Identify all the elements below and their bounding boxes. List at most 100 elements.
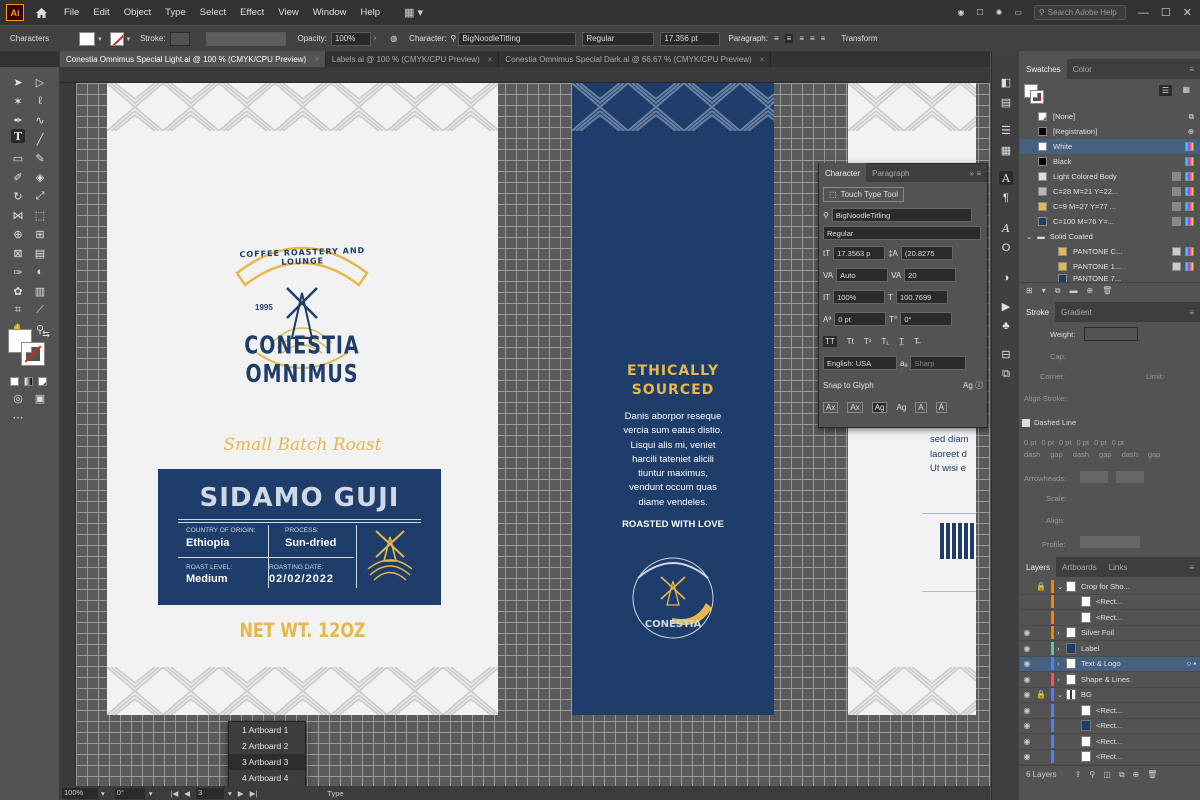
layer-row[interactable]: <Rect... [1020, 595, 1200, 610]
justify-icon[interactable]: ≡ [810, 34, 815, 43]
opacity-arrow-icon[interactable]: › [374, 35, 376, 42]
angular-guides-icon[interactable]: A [915, 401, 927, 413]
align-center-icon[interactable]: ≡ [784, 34, 794, 43]
grid-view-icon[interactable]: ▦ [1182, 85, 1190, 94]
edit-toolbar-icon[interactable]: ⋯ [11, 410, 25, 424]
font-family-select[interactable]: BigNoodleTitling [458, 31, 577, 46]
menu-file[interactable]: File [64, 7, 79, 18]
artboard-option[interactable]: 4 Artboard 4 [229, 770, 305, 786]
snap-settings-icon[interactable]: Ag ⓘ [963, 380, 983, 391]
dash-field[interactable]: 0 pt [1059, 438, 1072, 447]
chevron-right-icon[interactable]: › [1057, 644, 1066, 653]
tab-artboards[interactable]: Artboards [1056, 557, 1103, 577]
gap-field[interactable]: 0 pt [1077, 438, 1090, 447]
lock-icon[interactable]: 🔒 [1034, 690, 1048, 699]
artboard-option[interactable]: 1 Artboard 1 [229, 722, 305, 738]
font-style-select[interactable]: Regular [823, 226, 981, 240]
artboard-option[interactable]: 3 Artboard 3 [229, 754, 305, 770]
type-tool-icon[interactable]: T [11, 129, 25, 143]
leading-field[interactable]: (20.8275 [900, 246, 953, 260]
menu-effect[interactable]: Effect [240, 7, 264, 18]
tracking-field[interactable]: 20 [904, 268, 957, 282]
arrange-icon[interactable]: ▭ [1014, 8, 1022, 17]
stroke-color-box[interactable] [21, 342, 45, 366]
artboard-dropdown-icon[interactable]: ▾ [228, 789, 232, 798]
chevron-right-icon[interactable]: › [1057, 675, 1066, 684]
chevron-right-icon[interactable]: › [1057, 628, 1066, 637]
new-sublayer-icon[interactable]: ⧉ [1119, 770, 1125, 780]
eye-icon[interactable]: ◉ [1020, 659, 1034, 668]
tab-character[interactable]: Character [819, 163, 867, 183]
swap-colors-icon[interactable]: ⇆ [39, 327, 53, 341]
artboard-side[interactable]: ETHICALLY SOURCED Danis aborpor reseque … [572, 83, 774, 715]
adjust-icon[interactable]: ☰ [999, 123, 1013, 137]
weight-field[interactable] [1084, 327, 1138, 341]
layer-row[interactable]: ◉ › Label [1020, 641, 1200, 657]
glyph-bounds-icon[interactable]: Ag [871, 401, 888, 413]
stroke-dropdown-icon[interactable]: ▾ [127, 35, 131, 43]
align-right-icon[interactable]: ≡ [799, 34, 804, 43]
underline-icon[interactable]: T̲ [899, 337, 904, 346]
close-tab-icon[interactable]: × [488, 55, 493, 64]
strikethrough-icon[interactable]: T̶ [914, 337, 919, 346]
minimize-icon[interactable]: — [1138, 7, 1149, 19]
layer-row[interactable]: ◉ <Rect... [1020, 703, 1200, 719]
swatch-row[interactable]: C=9 M=27 Y=77 ... [1020, 199, 1200, 214]
next-artboard-icon[interactable]: ▶ [238, 789, 244, 798]
menu-object[interactable]: Object [124, 7, 151, 18]
show-kinds-icon[interactable]: ▾ [1042, 286, 1046, 295]
eye-icon[interactable]: ◉ [1020, 737, 1034, 746]
mesh-tool-icon[interactable]: ⊠ [11, 246, 25, 260]
gap-field[interactable]: 0 pt [1042, 438, 1055, 447]
rotate-tool-icon[interactable]: ↻ [11, 189, 25, 203]
libraries-icon[interactable]: ▤ [999, 95, 1013, 109]
horizontal-ruler[interactable] [60, 67, 990, 83]
vertical-scale-field[interactable]: 100% [833, 290, 886, 304]
profile-select[interactable] [1080, 536, 1140, 548]
previous-artboard-icon[interactable]: ◀ [184, 789, 190, 798]
fill-dropdown-icon[interactable]: ▾ [98, 35, 102, 43]
maximize-icon[interactable]: ☐ [1161, 6, 1171, 19]
zoom-select[interactable]: 100% [62, 787, 98, 799]
eye-icon[interactable]: ◉ [1020, 628, 1034, 637]
layer-row[interactable]: 🔒 ⌄ Crop for Sho... [1020, 579, 1200, 595]
tab-paragraph[interactable]: Paragraph [866, 163, 915, 183]
antialias-select[interactable]: Sharp [910, 356, 967, 370]
gap-field[interactable]: 0 pt [1112, 438, 1125, 447]
pathfinder-icon[interactable]: ⧉ [999, 367, 1013, 381]
column-graph-icon[interactable]: ▥ [33, 284, 47, 298]
workspace-grid-icon[interactable]: ▦ ▾ [404, 6, 423, 19]
lightbulb-icon[interactable]: ✺ [996, 8, 1003, 17]
swatch-row[interactable]: PANTONE C... [1020, 244, 1200, 259]
layer-row[interactable]: ◉ <Rect... [1020, 750, 1200, 765]
close-icon[interactable]: ✕ [1183, 6, 1192, 19]
artboard-option[interactable]: 2 Artboard 2 [229, 738, 305, 754]
swatch-options-icon[interactable]: ⧉ [1055, 286, 1061, 296]
width-tool-icon[interactable]: ⋈ [11, 208, 25, 222]
lasso-icon[interactable]: ℓ [33, 94, 47, 108]
slice-tool-icon[interactable]: ⟋ [33, 303, 47, 317]
tab-special-light[interactable]: Conestia Omnimus Special Light.ai @ 100 … [60, 51, 326, 67]
swatch-group-row[interactable]: ⌄ ▬ Solid Coated [1020, 229, 1200, 244]
swatch-row[interactable]: White [1020, 139, 1200, 154]
scale-tool-icon[interactable]: ⤢ [33, 189, 47, 203]
eye-icon[interactable]: ◉ [1020, 690, 1034, 699]
dashed-line-toggle[interactable]: Dashed Line [1022, 418, 1076, 427]
menu-select[interactable]: Select [200, 7, 226, 18]
vertical-ruler[interactable] [60, 83, 76, 786]
all-caps-icon[interactable]: TT [823, 335, 837, 347]
swatch-row[interactable]: C=28 M=21 Y=22... [1020, 184, 1200, 199]
layers-small-icon[interactable]: ▦ [999, 143, 1013, 157]
tab-special-dark[interactable]: Conestia Omnimus Special Dark.ai @ 66.67… [499, 51, 772, 67]
symbol-sprayer-icon[interactable]: ✿ [11, 284, 25, 298]
curvature-tool-icon[interactable]: ∿ [33, 113, 47, 127]
variable-width-field[interactable] [205, 31, 286, 46]
layer-row[interactable]: ◉ › Text & Logo ○ ▪ [1020, 656, 1200, 672]
color-group-icon[interactable]: ▬ [1069, 286, 1077, 295]
panel-menu-icon[interactable]: » ≡ [970, 169, 987, 178]
eye-icon[interactable]: ◉ [1020, 706, 1034, 715]
locate-object-icon[interactable]: ⚲ [1089, 770, 1095, 779]
menu-edit[interactable]: Edit [93, 7, 109, 18]
character-panel-icon[interactable]: A [999, 171, 1013, 185]
chevron-right-icon[interactable]: › [1057, 659, 1066, 668]
